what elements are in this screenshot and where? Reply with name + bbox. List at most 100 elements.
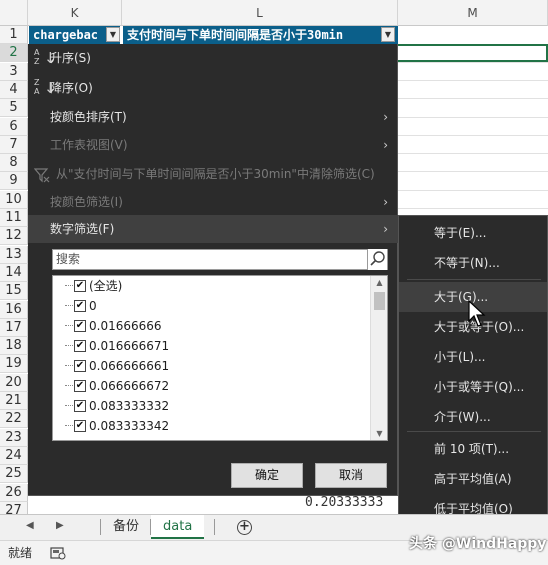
- checkbox[interactable]: ✔: [74, 300, 86, 312]
- filter-value-item[interactable]: ✔ 0: [53, 296, 369, 316]
- filter-search-input[interactable]: 搜索: [52, 249, 388, 270]
- scroll-down-arrow-icon[interactable]: ▼: [374, 429, 385, 438]
- header-cell-l[interactable]: 支付时间与下单时间间隔是否小于30min: [123, 26, 398, 44]
- number-filter-option[interactable]: 不等于(N)...: [399, 248, 547, 278]
- row-header[interactable]: 21: [0, 392, 28, 410]
- list-scrollbar[interactable]: ▲ ▼: [370, 276, 387, 440]
- number-filter-option[interactable]: 等于(E)...: [399, 218, 547, 248]
- checkbox[interactable]: ✔: [74, 420, 86, 432]
- row-header[interactable]: 18: [0, 337, 28, 356]
- tab-backup[interactable]: 备份: [101, 515, 151, 539]
- scroll-up-arrow-icon[interactable]: ▲: [374, 278, 385, 287]
- row-header[interactable]: 7: [0, 135, 28, 154]
- row-header[interactable]: 13: [0, 245, 28, 264]
- macro-record-icon[interactable]: [50, 546, 66, 560]
- add-sheet-icon[interactable]: +: [237, 520, 252, 535]
- row-header[interactable]: 23: [0, 428, 28, 447]
- status-text: 就绪: [8, 546, 33, 560]
- chevron-right-icon: ›: [383, 110, 388, 124]
- row-header[interactable]: 16: [0, 300, 28, 319]
- number-filter-option[interactable]: 前 10 项(T)...: [399, 434, 547, 464]
- sort-descending-item[interactable]: Z A ↓ 降序(O): [28, 74, 398, 102]
- sort-by-color-item[interactable]: 按颜色排序(T) ›: [28, 103, 398, 131]
- tab-data[interactable]: data: [151, 515, 205, 539]
- next-sheet-icon[interactable]: ▶: [56, 520, 64, 531]
- row-header[interactable]: 5: [0, 99, 28, 118]
- filter-dropdown-l-button[interactable]: ▼: [381, 27, 395, 42]
- column-header-l[interactable]: L: [122, 0, 398, 26]
- chevron-right-icon: ›: [383, 222, 388, 236]
- grid-line: [398, 153, 548, 155]
- row-header[interactable]: 19: [0, 355, 28, 374]
- row-header[interactable]: 14: [0, 263, 28, 282]
- filter-value-label: 0.016666671: [89, 339, 170, 353]
- filter-value-label: 0.066666661: [89, 359, 170, 373]
- filter-value-label: (全选): [89, 279, 123, 293]
- checkbox[interactable]: ✔: [74, 380, 86, 392]
- menu-separator: [407, 279, 541, 280]
- filter-value-label: 0.083333342: [89, 419, 170, 433]
- row-header[interactable]: 11: [0, 209, 28, 227]
- grid-line: [398, 116, 548, 118]
- row-header[interactable]: 22: [0, 410, 28, 429]
- checkbox[interactable]: ✔: [74, 400, 86, 412]
- row-header[interactable]: 1: [0, 26, 28, 44]
- prev-sheet-icon[interactable]: ◀: [26, 520, 34, 531]
- filter-value-item[interactable]: ✔ 0.066666672: [53, 376, 369, 396]
- column-header-k[interactable]: K: [28, 0, 122, 26]
- scroll-thumb[interactable]: [374, 292, 385, 310]
- filter-value-item[interactable]: ✔ 0.066666661: [53, 356, 369, 376]
- checkbox[interactable]: ✔: [74, 360, 86, 372]
- number-filters-item[interactable]: 数字筛选(F) ›: [28, 215, 398, 243]
- cancel-button[interactable]: 取消: [315, 463, 387, 488]
- row-header[interactable]: 12: [0, 227, 28, 246]
- filter-by-color-item: 按颜色筛选(I) ›: [28, 188, 398, 216]
- grid-line: [398, 208, 548, 209]
- filter-value-item[interactable]: ✔ 0.01666666: [53, 316, 369, 336]
- filter-value-item[interactable]: ✔ 0.016666671: [53, 336, 369, 356]
- checkbox[interactable]: ✔: [74, 340, 86, 352]
- number-filter-option[interactable]: 小于或等于(Q)...: [399, 372, 547, 402]
- number-filter-option[interactable]: 介于(W)...: [399, 402, 547, 432]
- mouse-cursor-icon: [468, 300, 486, 327]
- filter-value-item[interactable]: ✔ 0.083333332: [53, 396, 369, 416]
- select-all-corner[interactable]: [0, 0, 28, 26]
- tab-divider: [214, 519, 215, 535]
- filter-value-item[interactable]: ✔ 0.083333342: [53, 416, 369, 436]
- filter-value-label: 0.083333332: [89, 399, 170, 413]
- chevron-right-icon: ›: [383, 138, 388, 152]
- row-header[interactable]: 8: [0, 154, 28, 173]
- row-header[interactable]: 24: [0, 446, 28, 465]
- row-header[interactable]: 26: [0, 483, 28, 502]
- filter-dropdown-panel: A Z ↓ 升序(S) Z A ↓ 降序(O) 按颜色排序(T) › 工作表视图(V) …: [28, 44, 398, 496]
- filter-values-list[interactable]: ✔ (全选) ✔ 0 ✔ 0.01666666 ✔ 0.016666671 ✔ 0.0666666…: [52, 275, 388, 441]
- ok-button[interactable]: 确定: [231, 463, 303, 488]
- row-header[interactable]: 10: [0, 190, 28, 209]
- cell-value: 0.20333333: [305, 495, 384, 510]
- row-header[interactable]: 2: [0, 44, 28, 63]
- number-filters-submenu: 等于(E)... 不等于(N)... 大于(G)... 大于或等于(O)... 小于(L…: [398, 215, 548, 555]
- filter-dropdown-k-button[interactable]: ▼: [106, 27, 120, 42]
- row-header[interactable]: 15: [0, 282, 28, 301]
- sheet-view-item: 工作表视图(V) ›: [28, 131, 398, 159]
- row-header[interactable]: 4: [0, 80, 28, 99]
- row-header[interactable]: 20: [0, 373, 28, 392]
- filter-value-label: 0.066666672: [89, 379, 170, 393]
- checkbox[interactable]: ✔: [74, 320, 86, 332]
- row-header[interactable]: 3: [0, 62, 28, 81]
- row-header[interactable]: 17: [0, 318, 28, 337]
- checkbox[interactable]: ✔: [74, 280, 86, 292]
- grid-line: [398, 189, 548, 191]
- search-icon[interactable]: [367, 249, 387, 270]
- grid-line: [398, 134, 548, 136]
- filter-value-item[interactable]: ✔ (全选): [53, 276, 369, 296]
- row-header[interactable]: 9: [0, 172, 28, 191]
- row-header[interactable]: 25: [0, 465, 28, 484]
- column-header-m[interactable]: M: [398, 0, 548, 26]
- number-filter-option[interactable]: 高于平均值(A): [399, 464, 547, 494]
- clear-filter-item: 从"支付时间与下单时间间隔是否小于30min"中清除筛选(C): [28, 160, 398, 188]
- row-header[interactable]: 6: [0, 117, 28, 136]
- sort-ascending-item[interactable]: A Z ↓ 升序(S): [28, 44, 398, 72]
- selected-cell[interactable]: [398, 44, 548, 62]
- number-filter-option[interactable]: 小于(L)...: [399, 342, 547, 372]
